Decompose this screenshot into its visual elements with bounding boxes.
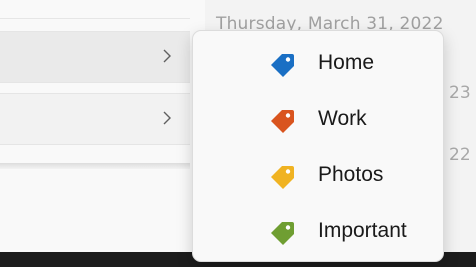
date-fragment: 23 [449,83,471,103]
chevron-right-icon[interactable] [158,108,176,128]
folder-list-pane [0,0,205,252]
tag-icon [268,219,296,245]
divider [0,18,190,19]
menu-item-label: Important [318,219,407,242]
menu-item-important[interactable]: Important [193,204,443,258]
date-fragment: 22 [449,145,471,165]
menu-item-home[interactable]: Home [193,36,443,90]
menu-item-work[interactable]: Work [193,92,443,146]
menu-item-photos[interactable]: Photos [193,148,443,202]
tag-icon [268,107,296,133]
list-item[interactable] [0,31,190,83]
menu-item-label: Home [318,51,375,74]
menu-item-label: Photos [318,163,384,186]
pane-shadow [0,163,190,169]
tag-icon [268,163,296,189]
menu-item-label: Work [318,107,367,130]
tag-context-menu: Home Work Photos Important [192,30,444,262]
chevron-right-icon[interactable] [158,46,176,66]
tag-icon [268,51,296,77]
list-item[interactable] [0,93,190,145]
